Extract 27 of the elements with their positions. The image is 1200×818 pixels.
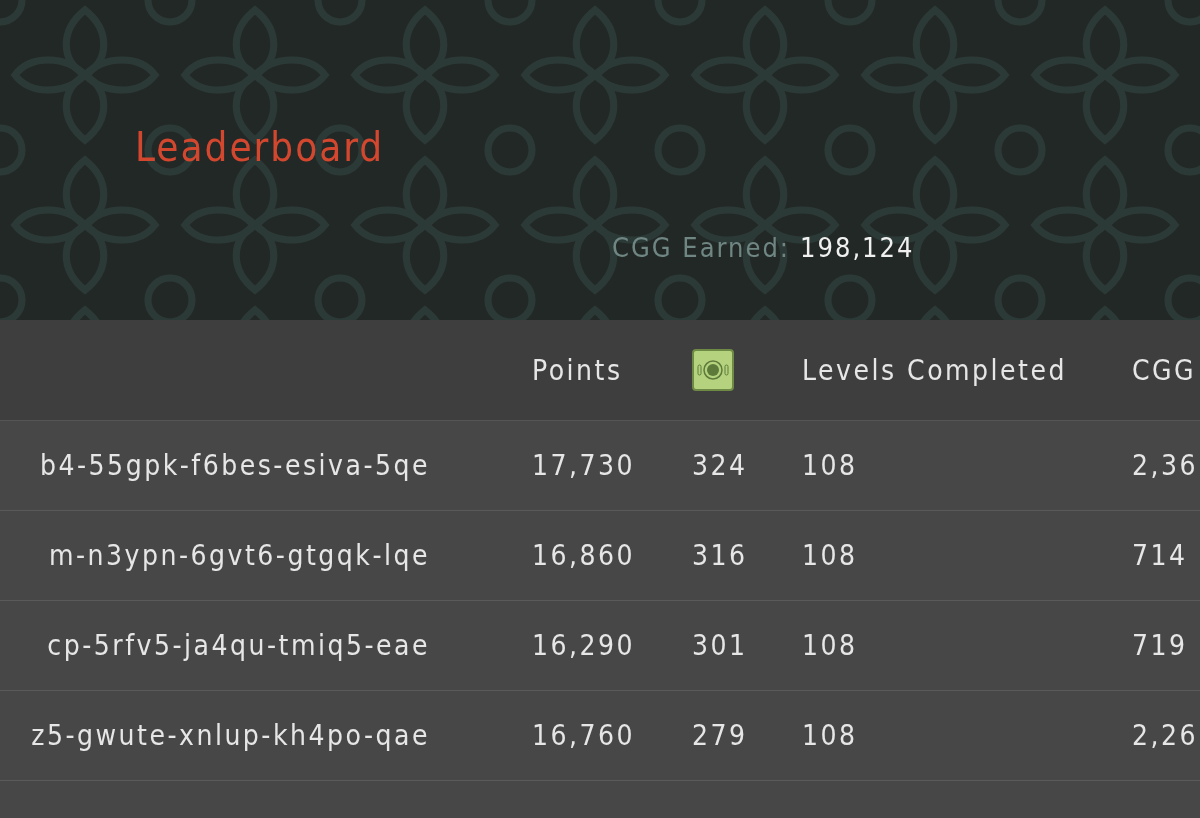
earned-value: 198,124	[800, 232, 915, 263]
table-cell: 108	[802, 449, 858, 482]
table-cell: 2,26	[1132, 719, 1199, 752]
table-cell: 108	[802, 629, 858, 662]
page-title: Leaderboard	[135, 124, 385, 170]
table-cell: 16,860	[532, 539, 636, 572]
table-cell: 279	[692, 719, 748, 752]
table-cell: 16,290	[532, 629, 636, 662]
table-cell: z5-gwute-xnlup-kh4po-qae	[31, 719, 430, 752]
table-cell: b4-55gpk-f6bes-esiva-5qe	[40, 449, 430, 482]
table-cell: 2,36	[1132, 449, 1199, 482]
column-header: Points	[532, 353, 623, 387]
table-cell: 719	[1132, 629, 1188, 662]
earned-label: CGG Earned:	[612, 232, 791, 263]
table-cell: cp-5rfv5-ja4qu-tmiq5-eae	[47, 629, 430, 662]
money-bill-icon	[692, 349, 734, 391]
table-cell: 714	[1132, 539, 1188, 572]
table-cell: 16,760	[532, 719, 636, 752]
table-cell: 108	[802, 719, 858, 752]
table-cell: m-n3ypn-6gvt6-gtgqk-lqe	[48, 539, 430, 572]
column-header: CGG	[1132, 353, 1197, 387]
table-cell: 108	[802, 539, 858, 572]
table-cell: 324	[692, 449, 748, 482]
column-header: Levels Completed	[802, 353, 1067, 387]
table-cell: 301	[692, 629, 748, 662]
table-cell: 17,730	[532, 449, 636, 482]
table-cell: 316	[692, 539, 748, 572]
